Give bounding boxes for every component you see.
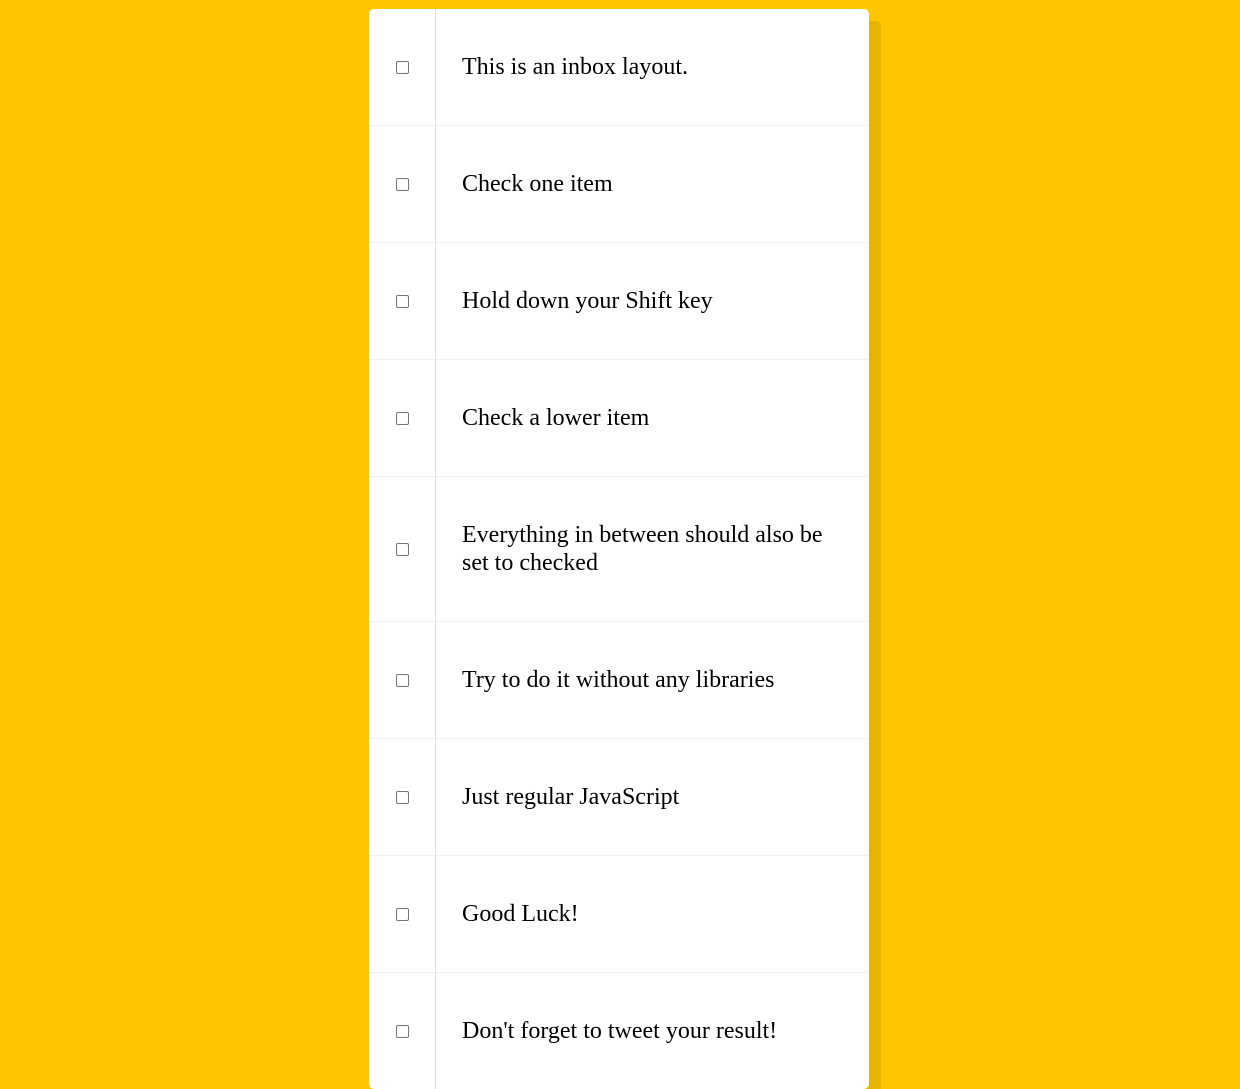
item-checkbox[interactable]	[395, 907, 409, 921]
item-checkbox[interactable]	[395, 1024, 409, 1038]
inbox-item: Hold down your Shift key	[369, 243, 869, 360]
inbox-item: Check a lower item	[369, 360, 869, 477]
inbox-item: Check one item	[369, 126, 869, 243]
inbox-item: Everything in between should also be set…	[369, 477, 869, 622]
item-label: Everything in between should also be set…	[462, 522, 823, 576]
inbox-list: This is an inbox layout. Check one item …	[369, 9, 869, 1089]
inbox-item: Good Luck!	[369, 856, 869, 973]
item-label: Check a lower item	[462, 405, 650, 431]
item-label: Good Luck!	[462, 901, 579, 927]
item-label: Don't forget to tweet your result!	[462, 1018, 778, 1044]
item-label: Hold down your Shift key	[462, 288, 713, 314]
item-label: Just regular JavaScript	[462, 784, 680, 810]
item-checkbox[interactable]	[395, 177, 409, 191]
item-checkbox[interactable]	[395, 411, 409, 425]
item-label: Try to do it without any libraries	[462, 667, 775, 693]
item-checkbox[interactable]	[395, 294, 409, 308]
item-checkbox[interactable]	[395, 673, 409, 687]
inbox-item: Just regular JavaScript	[369, 739, 869, 856]
item-label: Check one item	[462, 171, 613, 197]
inbox-item: Don't forget to tweet your result!	[369, 973, 869, 1089]
inbox-item: Try to do it without any libraries	[369, 622, 869, 739]
item-label: This is an inbox layout.	[462, 54, 688, 80]
item-checkbox[interactable]	[395, 542, 409, 556]
item-checkbox[interactable]	[395, 60, 409, 74]
item-checkbox[interactable]	[395, 790, 409, 804]
inbox-item: This is an inbox layout.	[369, 9, 869, 126]
